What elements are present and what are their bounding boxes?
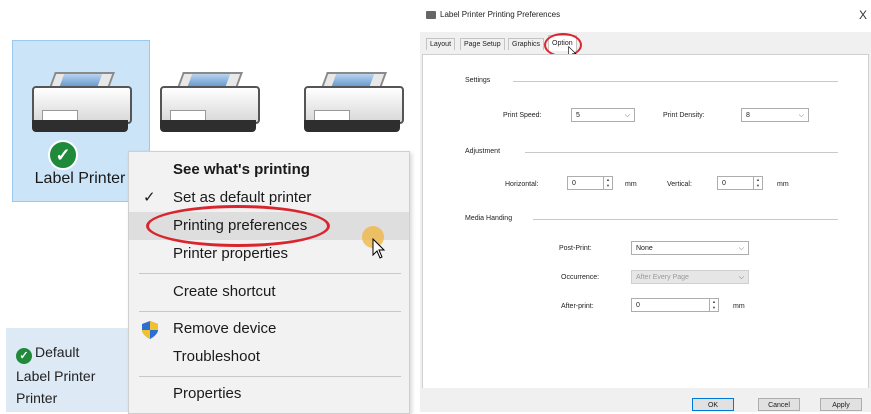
spin-arrows-icon[interactable]: ▲ ▼ [709,299,718,311]
dialog-title: Label Printer Printing Preferences [440,10,561,19]
print-density-label: Print Density: [663,112,705,119]
checkmark-icon: ✓ [143,189,156,206]
printer-icon[interactable] [156,72,260,134]
group-divider [533,219,838,220]
tab-strip: Layout Page Setup Graphics Option [420,34,871,54]
post-print-value: None [636,245,653,252]
vertical-unit: mm [777,181,789,188]
default-check-icon: ✓ [16,348,32,364]
menu-item-label: Properties [173,385,242,402]
button-bar [420,388,871,412]
chevron-down-icon: ⌵ [798,112,804,119]
close-button[interactable]: X [859,8,867,22]
status-default-row: ✓ Default [16,344,79,364]
vertical-stepper[interactable]: 0 ▲ ▼ [717,176,763,190]
print-speed-value: 5 [576,112,580,119]
menu-item-label: Remove device [173,320,277,337]
occurrence-value: After Every Page [636,274,689,281]
after-print-value: 0 [636,302,640,309]
menu-item-create-shortcut[interactable]: Create shortcut [129,278,409,306]
spin-arrows-icon[interactable]: ▲ ▼ [753,177,762,189]
group-adjustment: Adjustment [465,148,501,155]
occurrence-label: Occurrence: [561,274,600,281]
printer-icon[interactable] [300,72,404,134]
after-print-label: After-print: [561,303,594,310]
group-divider [525,152,838,153]
ok-button[interactable]: OK [692,398,734,411]
details-pane: ✓ Default Label Printer Printer [6,328,130,412]
default-check-icon: ✓ [48,140,78,170]
menu-separator [139,311,401,312]
horizontal-stepper[interactable]: 0 ▲ ▼ [567,176,613,190]
after-print-unit: mm [733,303,745,310]
tab-page-setup[interactable]: Page Setup [460,38,505,50]
context-menu: See what's printing ✓ Set as default pri… [128,151,410,414]
vertical-label: Vertical: [667,181,692,188]
apply-button[interactable]: Apply [820,398,862,411]
post-print-select[interactable]: None ⌵ [631,241,749,255]
menu-item-properties[interactable]: Properties [129,380,409,408]
option-panel: Settings Print Speed: 5 ⌵ Print Density: … [422,54,869,390]
vertical-value: 0 [722,180,726,187]
title-bar: Label Printer Printing Preferences X [420,0,871,32]
group-media-handling: Media Handing [465,215,513,222]
menu-separator [139,273,401,274]
chevron-down-icon: ⌵ [738,245,744,252]
menu-item-label: Create shortcut [173,283,276,300]
status-default-text: Default [35,344,80,360]
tab-layout[interactable]: Layout [426,38,456,50]
printing-preferences-dialog: Label Printer Printing Preferences X Lay… [420,0,871,412]
menu-item-label: See what's printing [173,161,310,178]
menu-item-remove-device[interactable]: Remove device [129,315,409,343]
horizontal-value: 0 [572,180,576,187]
status-name: Label Printer [16,368,96,384]
menu-item-see-whats-printing[interactable]: See what's printing [129,156,409,184]
menu-separator [139,376,401,377]
occurrence-select: After Every Page ⌵ [631,270,749,284]
chevron-down-icon: ⌵ [624,112,630,119]
print-density-select[interactable]: 8 ⌵ [741,108,809,122]
menu-item-label: Troubleshoot [173,348,260,365]
chevron-down-icon: ⌵ [738,274,744,281]
group-divider [513,81,838,82]
cancel-button[interactable]: Cancel [758,398,800,411]
print-speed-select[interactable]: 5 ⌵ [571,108,635,122]
highlight-ring [146,205,330,247]
print-density-value: 8 [746,112,750,119]
after-print-stepper[interactable]: 0 ▲ ▼ [631,298,719,312]
print-speed-label: Print Speed: [503,112,542,119]
horizontal-label: Horizontal: [505,181,539,188]
status-category: Printer [16,390,58,406]
tab-graphics[interactable]: Graphics [508,38,545,50]
post-print-label: Post-Print: [559,245,592,252]
group-settings: Settings [465,77,491,84]
printer-icon [426,11,436,19]
mouse-cursor-icon [372,238,386,259]
menu-item-troubleshoot[interactable]: Troubleshoot [129,343,409,371]
shield-icon [142,321,158,339]
horizontal-unit: mm [625,181,637,188]
spin-arrows-icon[interactable]: ▲ ▼ [603,177,612,189]
printer-icon [28,72,132,134]
